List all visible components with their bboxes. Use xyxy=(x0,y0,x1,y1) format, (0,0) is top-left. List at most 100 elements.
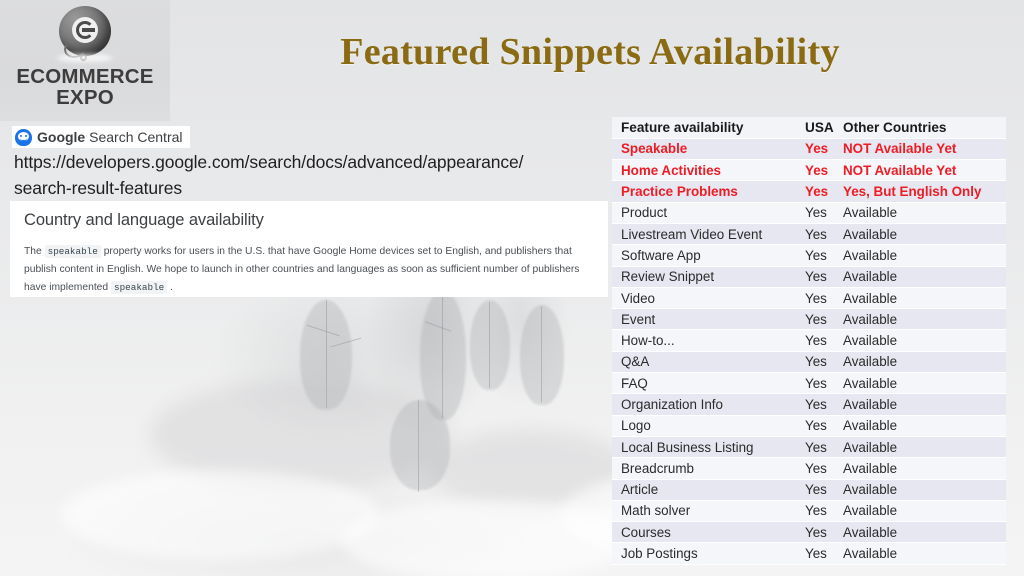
cell-usa: Yes xyxy=(805,479,843,501)
cell-other-countries: Available xyxy=(843,521,1006,544)
cell-feature: Home Activities xyxy=(612,159,805,182)
table-row: FAQ Yes Available xyxy=(612,372,1006,395)
table-body: Speakable Yes NOT Available Yet Home Activi… xyxy=(612,138,1006,565)
feature-availability-table: Feature availability USA Other Countries… xyxy=(612,117,1006,565)
cell-feature: Event xyxy=(612,308,805,331)
table-row: Product Yes Available xyxy=(612,202,1006,224)
cell-usa: Yes xyxy=(805,308,843,331)
cell-feature: Local Business Listing xyxy=(612,436,805,459)
cell-feature: Speakable xyxy=(612,138,805,161)
cell-usa: Yes xyxy=(805,500,843,523)
doc-section-heading: Country and language availability xyxy=(24,211,264,229)
table-row: Breadcrumb Yes Available xyxy=(612,457,1006,480)
cell-feature: Organization Info xyxy=(612,393,805,416)
table-header: Feature availability USA Other Countries xyxy=(612,117,1006,139)
table-row: Practice Problems Yes Yes, But English Onl… xyxy=(612,180,1006,203)
cell-other-countries: Available xyxy=(843,436,1006,459)
cell-feature: Software App xyxy=(612,244,805,267)
table-row: How-to... Yes Available xyxy=(612,329,1006,352)
presentation-slide: Featured Snippets Availability ECOMMERCE… xyxy=(0,0,1024,576)
cell-other-countries: Available xyxy=(843,202,1006,224)
cell-other-countries: NOT Available Yet xyxy=(843,159,1006,182)
table-row: Organization Info Yes Available xyxy=(612,393,1006,416)
cell-usa: Yes xyxy=(805,393,843,416)
cell-usa: Yes xyxy=(805,202,843,224)
doc-text-part3: . xyxy=(167,282,173,294)
reference-url: https://developers.google.com/search/doc… xyxy=(14,150,594,201)
cell-usa: Yes xyxy=(805,223,843,246)
column-header-usa: USA xyxy=(805,117,843,139)
cell-usa: Yes xyxy=(805,266,843,288)
table-row: Article Yes Available xyxy=(612,479,1006,501)
cell-other-countries: Available xyxy=(843,223,1006,246)
cell-feature: How-to... xyxy=(612,329,805,352)
code-speakable-1: speakable xyxy=(44,245,101,258)
cell-feature: Video xyxy=(612,287,805,310)
cell-feature: Practice Problems xyxy=(612,180,805,203)
cell-other-countries: Available xyxy=(843,393,1006,416)
cell-feature: Review Snippet xyxy=(612,266,805,288)
cell-other-countries: Available xyxy=(843,351,1006,374)
cell-usa: Yes xyxy=(805,436,843,459)
url-line-1: https://developers.google.com/search/doc… xyxy=(14,152,524,172)
table-header-row: Feature availability USA Other Countries xyxy=(612,117,1006,139)
cell-feature: Livestream Video Event xyxy=(612,223,805,246)
table-row: Software App Yes Available xyxy=(612,244,1006,267)
table-row: Livestream Video Event Yes Available xyxy=(612,223,1006,246)
code-speakable-2: speakable xyxy=(111,281,168,295)
cell-other-countries: Available xyxy=(843,457,1006,480)
cell-feature: Breadcrumb xyxy=(612,457,805,480)
documentation-excerpt-card: Country and language availability The sp… xyxy=(10,201,608,297)
cell-feature: Courses xyxy=(612,521,805,544)
table-row: Courses Yes Available xyxy=(612,521,1006,544)
cell-other-countries: Available xyxy=(843,266,1006,288)
doc-text-part1: The xyxy=(24,246,45,257)
sphere-logo-icon xyxy=(53,4,117,66)
cell-feature: Product xyxy=(612,202,805,224)
google-brand-text: Google xyxy=(37,129,86,145)
table-row: Local Business Listing Yes Available xyxy=(612,436,1006,459)
cell-feature: Math solver xyxy=(612,500,805,523)
cell-usa: Yes xyxy=(805,542,843,565)
cell-feature: Q&A xyxy=(612,351,805,374)
table-row: Home Activities Yes NOT Available Yet xyxy=(612,159,1006,182)
google-robot-icon xyxy=(15,128,32,146)
cell-other-countries: Available xyxy=(843,372,1006,395)
cell-other-countries: Available xyxy=(843,479,1006,501)
table-row: Video Yes Available xyxy=(612,287,1006,310)
cell-other-countries: Available xyxy=(843,329,1006,352)
cell-usa: Yes xyxy=(805,521,843,544)
cell-usa: Yes xyxy=(805,329,843,352)
page-title: Featured Snippets Availability xyxy=(340,31,840,73)
table-row: Review Snippet Yes Available xyxy=(612,266,1006,288)
cell-other-countries: Available xyxy=(843,244,1006,267)
cell-feature: FAQ xyxy=(612,372,805,395)
cell-other-countries: Available xyxy=(843,308,1006,331)
cell-usa: Yes xyxy=(805,457,843,480)
table-row: Math solver Yes Available xyxy=(612,500,1006,523)
table-row: Event Yes Available xyxy=(612,308,1006,331)
cell-other-countries: Available xyxy=(843,415,1006,437)
table-row: Q&A Yes Available xyxy=(612,351,1006,374)
doc-body-paragraph: The speakable property works for users i… xyxy=(24,243,594,297)
logo-text-line2: EXPO xyxy=(56,85,114,109)
cell-feature: Article xyxy=(612,479,805,501)
cell-usa: Yes xyxy=(805,138,843,161)
cell-other-countries: NOT Available Yet xyxy=(843,138,1006,161)
google-search-central-label: Google Search Central xyxy=(37,129,183,145)
url-line-2: search-result-features xyxy=(14,177,183,198)
cell-other-countries: Available xyxy=(843,500,1006,523)
table-row: Logo Yes Available xyxy=(612,415,1006,437)
column-header-other: Other Countries xyxy=(843,117,1006,139)
search-central-text: Search Central xyxy=(85,129,183,145)
cell-feature: Logo xyxy=(612,415,805,437)
google-search-central-badge: Google Search Central xyxy=(12,126,190,148)
cell-other-countries: Available xyxy=(843,542,1006,565)
cell-usa: Yes xyxy=(805,415,843,437)
table-row: Job Postings Yes Available xyxy=(612,542,1006,565)
cell-usa: Yes xyxy=(805,159,843,182)
cell-usa: Yes xyxy=(805,372,843,395)
cell-feature: Job Postings xyxy=(612,542,805,565)
cell-usa: Yes xyxy=(805,244,843,267)
logo-text-line1: ECOMMERCE xyxy=(16,65,154,88)
